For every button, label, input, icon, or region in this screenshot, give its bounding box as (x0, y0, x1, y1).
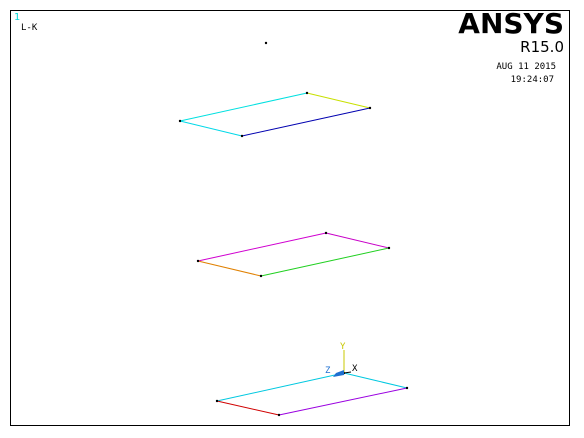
line-top-back[interactable] (179, 92, 308, 122)
model-viewport[interactable]: Y X Z (0, 0, 584, 438)
triad-x-axis (343, 371, 352, 374)
keypoint (240, 134, 244, 138)
keypoint (178, 119, 182, 123)
keypoint (305, 91, 309, 95)
area-top[interactable] (178, 91, 372, 138)
area-bottom[interactable] (215, 371, 409, 417)
line-bot-right[interactable] (343, 372, 408, 389)
keypoint (196, 259, 200, 263)
triad-x-label: X (352, 364, 358, 374)
line-top-front[interactable] (241, 107, 371, 137)
triad-z-label: Z (325, 366, 331, 376)
line-mid-back[interactable] (197, 232, 327, 262)
line-bot-back[interactable] (216, 372, 345, 402)
line-top-left[interactable] (179, 120, 243, 137)
keypoint (405, 386, 409, 390)
keypoint (215, 399, 219, 403)
keypoint (264, 41, 268, 45)
triad-y-label: Y (340, 342, 346, 352)
line-bot-front[interactable] (278, 387, 408, 416)
keypoint (368, 106, 372, 110)
area-middle[interactable] (196, 231, 391, 278)
line-top-right[interactable] (306, 92, 371, 109)
keypoint (387, 246, 391, 250)
keypoint (259, 274, 263, 278)
coordinate-triad: Y X Z (325, 342, 358, 377)
triad-z-axis (333, 370, 344, 377)
line-mid-left[interactable] (197, 260, 262, 277)
keypoint (324, 231, 328, 235)
line-bot-left[interactable] (216, 400, 280, 416)
line-mid-front[interactable] (260, 247, 390, 277)
keypoint (277, 413, 281, 417)
line-mid-right[interactable] (325, 232, 390, 249)
